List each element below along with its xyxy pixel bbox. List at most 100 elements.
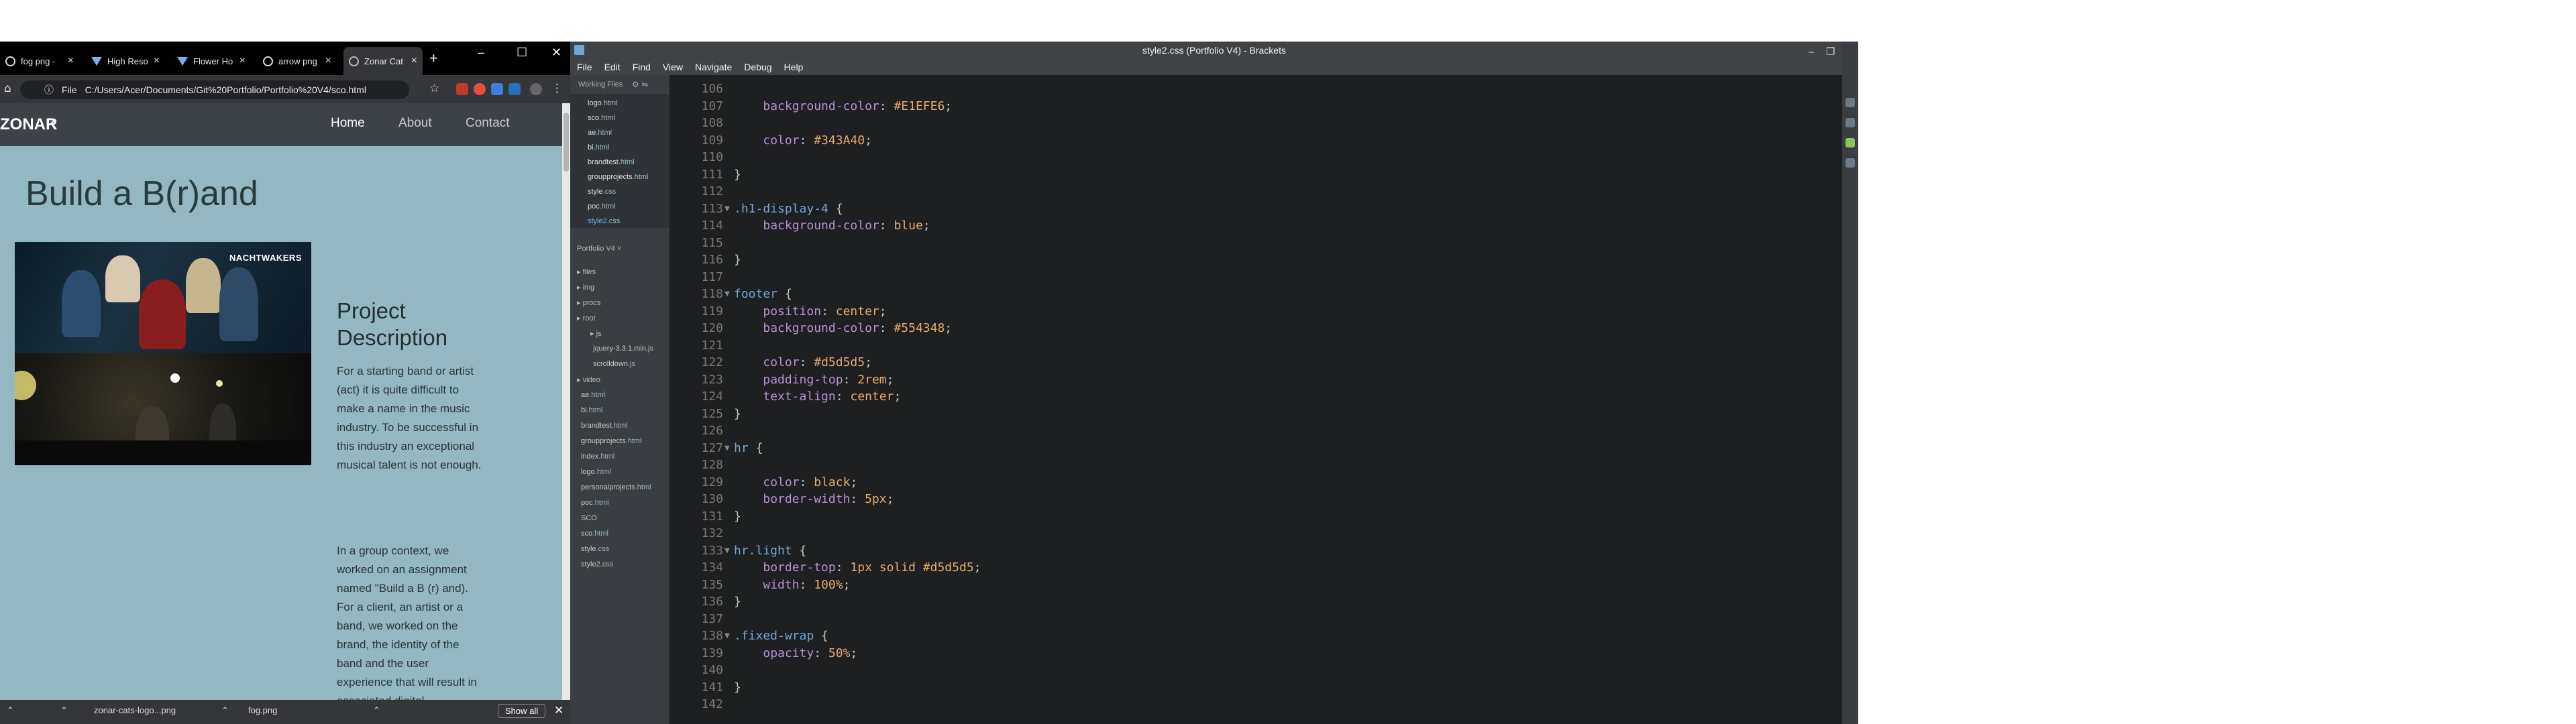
chevron-up-icon[interactable]: ⌃ [221,705,229,716]
code-line[interactable]: position: center; [734,304,886,318]
profile-avatar[interactable] [530,83,542,95]
browser-tab[interactable]: Flower Ho × [172,47,251,75]
tree-file[interactable]: groupprojects.html [581,437,642,445]
code-line[interactable]: } [734,595,741,609]
code-line[interactable]: } [734,680,741,695]
code-line[interactable]: text-align: center; [734,389,901,404]
gear-icon[interactable]: ⚙ ⇋ [632,80,648,89]
menu-edit[interactable]: Edit [604,62,621,72]
working-file-item[interactable]: brandtest.html [588,158,635,166]
tree-folder[interactable]: ▸ root [577,314,596,322]
fold-toggle-icon[interactable]: ▼ [724,289,730,299]
nav-link-home[interactable]: Home [331,116,365,131]
close-window-icon[interactable]: ✕ [551,46,561,60]
extension-icon[interactable] [456,83,468,95]
extension-icon[interactable] [508,83,521,95]
brand-logo[interactable]: ZONAR [0,115,57,134]
close-icon[interactable]: × [411,55,417,67]
code-line[interactable]: } [734,509,741,524]
code-editor[interactable]: 106 107 background-color: #E1EFE6; 108 109 … [669,75,1858,724]
browser-tab[interactable]: High Reso × [86,47,165,75]
code-line[interactable]: } [734,253,741,267]
code-line[interactable]: } [734,407,741,421]
menu-navigate[interactable]: Navigate [695,62,732,72]
code-line[interactable]: .h1-display-4 { [734,202,843,216]
tree-file[interactable]: index.html [581,452,614,461]
menu-help[interactable]: Help [784,62,804,72]
code-line[interactable]: color: #d5d5d5; [734,355,872,369]
code-line[interactable]: hr { [734,441,763,455]
tree-file[interactable]: ae.html [581,391,605,399]
code-line[interactable]: border-width: 5px; [734,492,894,506]
code-line[interactable]: padding-top: 2rem; [734,373,894,387]
browser-tab[interactable]: fog png - × [0,47,79,75]
project-dropdown[interactable]: Portfolio V4 ˅ [577,245,621,253]
extension-icon[interactable] [474,83,486,95]
close-icon[interactable]: × [68,55,74,67]
menu-icon[interactable]: ⋮ [551,82,563,95]
extension-icon[interactable] [491,83,503,95]
extension-manager-icon[interactable] [1845,118,1855,127]
tree-file[interactable]: SCO [581,514,597,522]
code-line[interactable]: border-top: 1px solid #d5d5d5; [734,560,981,575]
info-icon[interactable]: ⓘ [44,83,54,97]
page-scrollbar[interactable] [562,103,570,700]
tree-file[interactable]: brandtest.html [581,422,628,430]
code-line[interactable]: footer { [734,287,792,301]
close-icon[interactable]: × [239,55,246,67]
nav-link-contact[interactable]: Contact [466,116,509,131]
tree-folder[interactable]: ▸ js [590,329,602,338]
chevron-up-icon[interactable]: ⌃ [7,705,14,716]
new-tab-button[interactable]: + [429,50,438,67]
menu-find[interactable]: Find [633,62,651,72]
chevron-left-icon[interactable]: ‹ [50,111,56,134]
tree-file[interactable]: style.css [581,545,609,553]
code-line[interactable]: opacity: 50%; [734,646,857,660]
tree-file[interactable]: bi.html [581,406,602,414]
tree-folder[interactable]: ▸ img [577,283,594,292]
tree-file[interactable]: sco.html [581,530,608,538]
download-item[interactable]: zonar-cats-logo...png [94,705,176,715]
working-file-item[interactable]: style.css [588,188,616,196]
tree-file[interactable]: personalprojects.html [581,483,651,491]
star-icon[interactable]: ☆ [429,82,439,95]
tree-file[interactable]: jquery-3.3.1.min.js [593,345,653,353]
code-line[interactable]: background-color: #554348; [734,321,952,335]
tree-folder[interactable]: ▸ video [577,375,600,384]
home-icon[interactable]: ⌂ [4,82,11,95]
extension-icon[interactable] [1845,138,1855,147]
menu-file[interactable]: File [577,62,592,72]
fold-toggle-icon[interactable]: ▼ [724,443,730,453]
code-line[interactable]: hr.light { [734,544,806,558]
code-line[interactable]: background-color: blue; [734,219,930,233]
working-file-item[interactable]: style2.css [588,217,620,225]
code-line[interactable]: color: #343A40; [734,133,872,147]
chevron-up-icon[interactable]: ⌃ [373,705,380,716]
working-file-item[interactable]: ae.html [588,129,612,137]
tree-folder[interactable]: ▸ files [577,267,596,276]
show-all-button[interactable]: Show all [498,704,546,718]
working-file-item[interactable]: bi.html [588,143,609,152]
minimize-icon[interactable]: – [478,46,484,60]
close-icon[interactable]: × [154,55,160,67]
code-line[interactable]: } [734,168,741,182]
working-file-item[interactable]: poc.html [588,202,616,210]
tree-file[interactable]: poc.html [581,499,609,507]
fold-toggle-icon[interactable]: ▼ [724,546,730,556]
search-icon[interactable] [1845,158,1855,168]
menu-view[interactable]: View [663,62,683,72]
nav-link-about[interactable]: About [398,116,432,131]
working-file-item[interactable]: groupprojects.html [588,173,649,181]
chevron-up-icon[interactable]: ⌃ [60,705,68,716]
tree-file[interactable]: style2.css [581,560,613,568]
close-icon[interactable]: ✕ [554,704,564,717]
browser-tab-active[interactable]: Zonar Cat × [343,47,423,75]
working-file-item[interactable]: sco.html [588,114,615,122]
code-line[interactable]: color: black; [734,475,857,489]
tree-file[interactable]: logo.html [581,468,611,476]
menu-debug[interactable]: Debug [744,62,771,72]
tree-folder[interactable]: ▸ procs [577,298,600,307]
maximize-icon[interactable]: ☐ [517,46,527,60]
url-field[interactable]: ⓘ File C:/Users/Acer/Documents/Git%20Por… [20,80,409,99]
code-line[interactable]: .fixed-wrap { [734,629,828,643]
